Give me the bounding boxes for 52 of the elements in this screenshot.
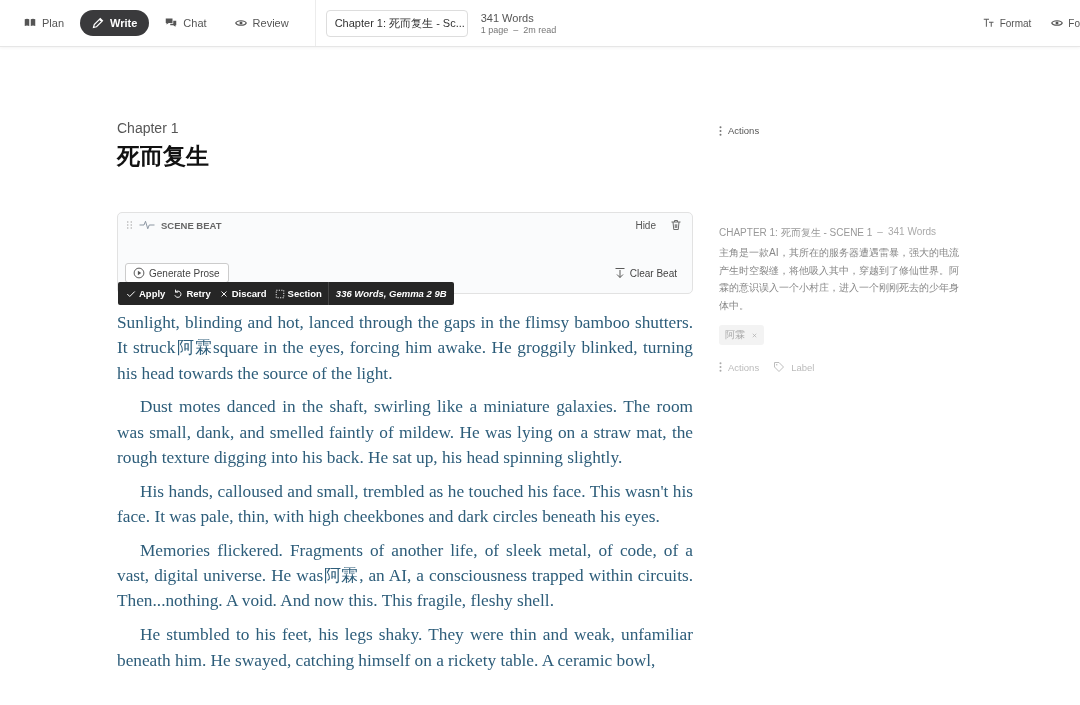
dashed-square-icon	[274, 288, 285, 299]
retry-icon	[173, 288, 184, 299]
trash-icon[interactable]	[670, 219, 682, 231]
generate-prose-button[interactable]: Generate Prose	[125, 263, 229, 283]
summary-word-count: 341 Words	[887, 226, 937, 239]
chat-icon	[165, 17, 178, 29]
mode-tab[interactable]: Plan	[12, 10, 77, 36]
more-icon	[719, 362, 722, 372]
tag-label: 阿霖	[725, 328, 745, 342]
prose-paragraph: He stumbled to his feet, his legs shaky. They were thin and weak, unfamiliar beneath him. He swayed, catching himself on a rickety table. A ceramic bowl,	[117, 624, 693, 672]
eye-icon	[1051, 17, 1064, 29]
pencil-icon	[92, 17, 105, 29]
hide-button[interactable]: Hide	[635, 219, 656, 231]
tag-icon	[773, 361, 786, 373]
read-time: 2m read	[523, 24, 557, 35]
word-count: 341 Words	[480, 11, 535, 24]
mode-tab[interactable]: Review	[222, 10, 301, 36]
prose-paragraph: Sunlight, blinding and hot, lanced through the gaps in the flimsy bamboo shutters. It struck阿霖square in the eyes, forcing him awake. He groggily blinked, turning his head towards the source of the light.	[117, 312, 693, 385]
separator: –	[877, 226, 883, 239]
chapter-select[interactable]: Chapter 1: 死而复生 - Sc...	[325, 9, 468, 37]
prose-paragraph: Dust motes danced in the shaft, swirling like a miniature galaxies. The room was small, dank, and smelled faintly of mildew. He was lying on a straw mat, the rough texture digging into his back. He sat up, his head spinning slightly.	[117, 396, 693, 469]
down-arrow-icon	[613, 267, 626, 279]
action-button[interactable]: Retry	[171, 288, 217, 299]
actions-button[interactable]: Actions	[719, 125, 760, 136]
summary-heading: CHAPTER 1: 死而复生 - SCENE 1	[719, 226, 873, 240]
action-button[interactable]: Discard	[216, 288, 273, 299]
clear-beat-button[interactable]: Clear Beat	[613, 267, 677, 279]
separator: –	[513, 24, 519, 35]
eye-icon	[234, 17, 247, 29]
scene-beat-title: SCENE BEAT	[161, 219, 222, 231]
text-size-icon	[982, 17, 995, 29]
close-icon	[218, 288, 229, 299]
toolbar-button[interactable]: Format	[982, 17, 1032, 29]
play-icon	[133, 267, 145, 279]
mode-tab[interactable]: Chat	[153, 10, 219, 36]
mode-tab[interactable]: Write	[80, 10, 150, 36]
pulse-icon	[139, 219, 155, 231]
book-icon	[24, 17, 36, 29]
generation-info: 336 Words, Gemma 2 9B	[327, 282, 454, 305]
action-button[interactable]: Apply	[124, 288, 172, 299]
page-count: 1 page	[480, 24, 509, 35]
drag-handle-icon[interactable]	[126, 219, 133, 231]
chapter-title: 死而复生	[117, 142, 210, 171]
summary-text: 主角是一款AI，其所在的服务器遭遇雷暴，强大的电流产生时空裂缝，将他吸入其中，穿越到了修仙世界。阿霖的意识误入一个小村庄，进入一个刚刚死去的少年身体中。	[719, 246, 960, 313]
more-icon	[719, 125, 722, 136]
check-icon	[126, 288, 136, 299]
toolbar-button[interactable]: Fo	[1051, 17, 1080, 29]
action-button[interactable]: Section	[272, 288, 328, 299]
close-icon[interactable]	[751, 331, 758, 339]
prose-paragraph: Memories flickered. Fragments of another life, of sleek metal, of code, of a vast, digital universe. He was阿霖, an AI, a consciousness trapped within circuits. Then...nothing. A void. And now this. This fragile, fleshy shell.	[117, 539, 693, 613]
chapter-label: Chapter 1	[117, 120, 180, 136]
prose-paragraph: His hands, calloused and small, trembled as he touched his face. This wasn't his face. It was pale, thin, with high cheekbones and dark circles beneath his eyes.	[117, 480, 693, 529]
